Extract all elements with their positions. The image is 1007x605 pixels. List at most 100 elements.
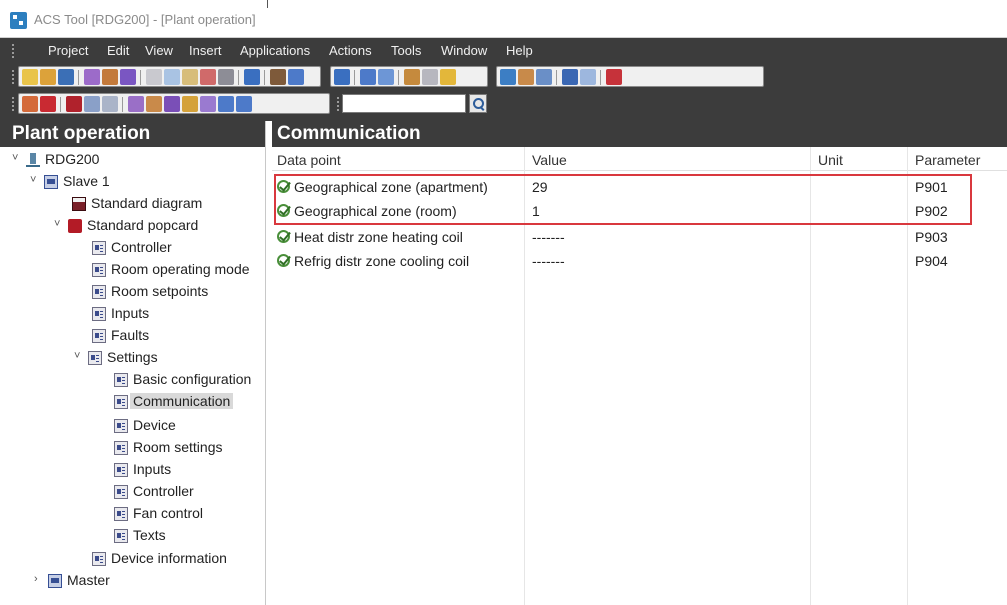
font-icon[interactable] [164,96,180,112]
find-icon[interactable] [270,69,286,85]
menu-view[interactable]: View [145,43,173,58]
table-row[interactable]: Refrig distr zone cooling coil ------- P… [272,249,1007,274]
value-cell[interactable]: 1 [532,203,540,219]
page-icon [114,463,128,477]
tree-item-label: Controller [133,483,194,499]
search-button[interactable] [469,94,487,113]
value-cell[interactable]: ------- [532,253,565,269]
report-icon[interactable] [606,69,622,85]
menu-window[interactable]: Window [441,43,487,58]
connect-icon[interactable] [84,69,100,85]
menu-tools[interactable]: Tools [391,43,421,58]
value-cell[interactable]: ------- [532,229,565,245]
paste-special-icon[interactable] [200,69,216,85]
pointer-icon[interactable] [334,69,350,85]
value-cell[interactable]: 29 [532,179,548,195]
tree-item-label: Texts [133,527,166,543]
popcard-icon [68,219,82,233]
column-header-parameter[interactable]: Parameter [915,152,980,168]
save-icon[interactable] [58,69,74,85]
label-icon[interactable] [146,96,162,112]
chevron-down-icon[interactable]: ˅ [30,174,42,186]
parameter-cell: P903 [915,229,948,245]
column-header-data-point[interactable]: Data point [277,152,341,168]
diagram-icon [72,197,86,211]
key-icon[interactable] [440,69,456,85]
standard-toolbar [18,66,321,87]
menu-actions[interactable]: Actions [329,43,372,58]
cut-icon[interactable] [146,69,162,85]
toolbar-separator [238,70,239,85]
new-project-icon[interactable] [22,69,38,85]
copy-icon[interactable] [164,69,180,85]
edit-data-icon[interactable] [22,96,38,112]
stop-icon[interactable] [40,96,56,112]
help-icon[interactable] [244,69,260,85]
toolbar-separator [354,70,355,85]
tree-item-label: Inputs [111,305,150,321]
chevron-down-icon[interactable]: ˅ [74,350,86,362]
view-toolbar [496,66,764,87]
page-list-icon[interactable] [102,96,118,112]
arrow-left-icon[interactable] [378,69,394,85]
window-icon[interactable] [580,69,596,85]
refresh-icon[interactable] [288,69,304,85]
brush-icon[interactable] [200,96,216,112]
toolbar-separator [600,70,601,85]
tree-item-label: Controller [111,239,172,255]
window-top-edge [100,0,268,8]
delete-icon[interactable] [218,69,234,85]
checked-status-icon [277,180,290,193]
settings-icon[interactable] [422,69,438,85]
tree-item-label: Room settings [133,439,223,455]
pencil-icon[interactable] [182,96,198,112]
network-icon[interactable] [500,69,516,85]
forward-arrow-icon[interactable] [236,96,252,112]
page-icon [92,285,106,299]
data-point-cell: Geographical zone (apartment) [294,179,488,195]
page-icon [114,441,128,455]
open-folder-icon[interactable] [40,69,56,85]
tree-item-label: Master [67,572,110,588]
page-icon [92,241,106,255]
data-point-cell: Geographical zone (room) [294,203,457,219]
tree-item-label: Standard diagram [91,195,203,211]
actions-toolbar [330,66,488,87]
page-icon [92,307,106,321]
tree-item-label: Communication [130,393,234,409]
chevron-down-icon[interactable]: ˅ [12,152,24,164]
link-icon[interactable] [518,69,534,85]
checked-status-icon [277,254,290,267]
edit-icon[interactable] [102,69,118,85]
menu-help[interactable]: Help [506,43,533,58]
window-title-bar: ACS Tool [RDG200] - [Plant operation] [0,0,1007,38]
column-header-value[interactable]: Value [532,152,567,168]
chevron-down-icon[interactable]: ˅ [54,218,66,230]
table-row[interactable]: Geographical zone (apartment) 29 P901 [272,175,1007,200]
grid-header-row: Data point Value Unit Parameter [272,147,1007,171]
page-icon [92,552,106,566]
tree-view-icon[interactable] [536,69,552,85]
arrow-right-icon[interactable] [360,69,376,85]
tag-icon[interactable] [128,96,144,112]
menu-bar: Project Edit View Insert Applications Ac… [0,38,1007,63]
paste-icon[interactable] [182,69,198,85]
menu-project[interactable]: Project [48,43,88,58]
table-row[interactable]: Geographical zone (room) 1 P902 [272,199,1007,224]
column-header-unit[interactable]: Unit [818,152,843,168]
monitor-icon[interactable] [562,69,578,85]
table-row[interactable]: Heat distr zone heating coil ------- P90… [272,225,1007,250]
page-icon[interactable] [84,96,100,112]
back-arrow-icon[interactable] [218,96,234,112]
toolbar-grip [12,70,14,84]
chevron-right-icon[interactable]: › [34,573,46,585]
menu-edit[interactable]: Edit [107,43,129,58]
menu-applications[interactable]: Applications [240,43,310,58]
tree-item-label: Device information [111,550,227,566]
search-input[interactable] [342,94,466,113]
menu-insert[interactable]: Insert [189,43,222,58]
book-icon[interactable] [66,96,82,112]
page-icon [114,529,128,543]
user-icon[interactable] [404,69,420,85]
wand-icon[interactable] [120,69,136,85]
